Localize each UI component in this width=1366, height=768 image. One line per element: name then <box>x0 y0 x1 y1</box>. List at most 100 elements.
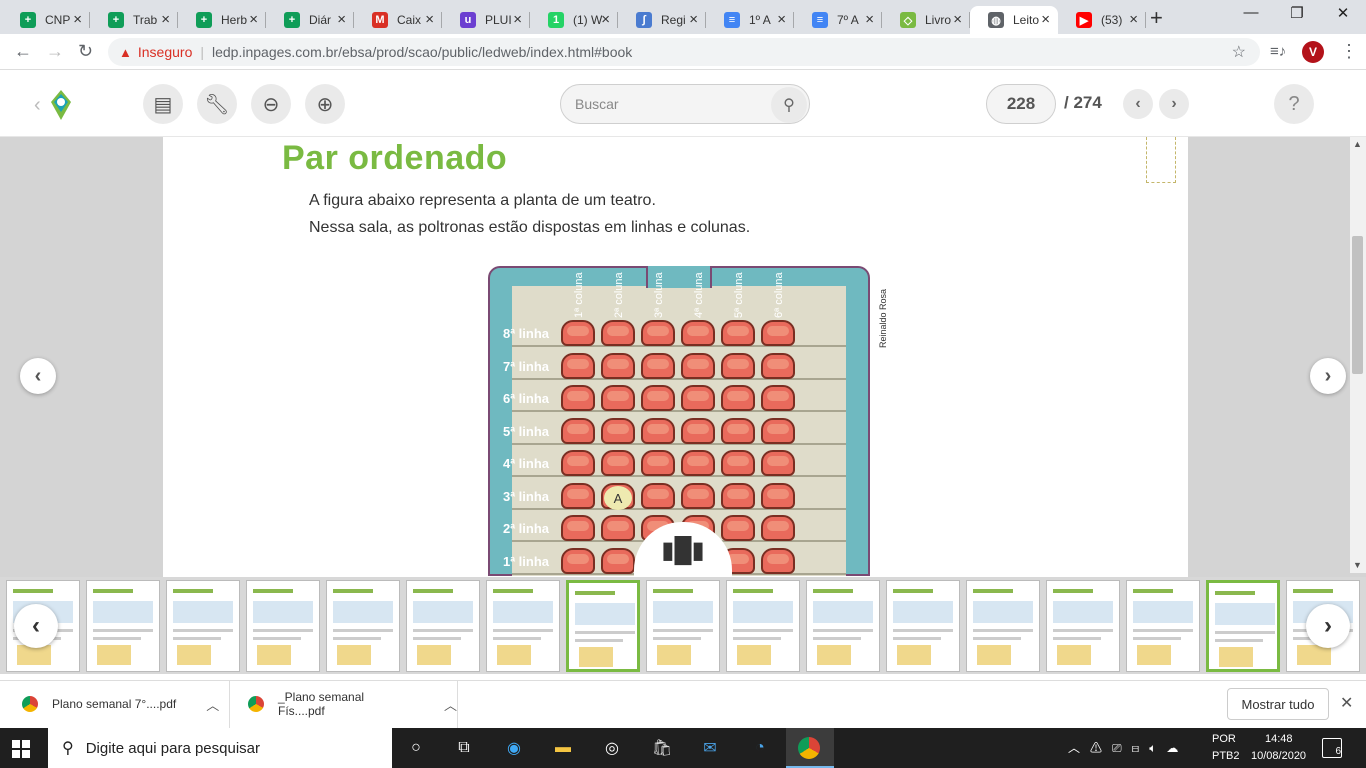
notification-center-icon[interactable]: 6 <box>1322 738 1342 758</box>
insecure-label[interactable]: Inseguro <box>138 44 192 60</box>
browser-tab[interactable]: + Diár × <box>266 6 354 34</box>
chevron-up-icon[interactable]: ︿ <box>444 695 457 714</box>
page-thumbnail[interactable] <box>326 580 400 672</box>
search-button[interactable]: ⚲ <box>771 87 807 123</box>
close-tab-icon[interactable]: × <box>425 12 434 28</box>
page-thumbnail[interactable] <box>566 580 640 672</box>
scroll-up-icon[interactable]: ▲ <box>1353 139 1362 149</box>
close-tab-icon[interactable]: × <box>689 12 698 28</box>
page-thumbnail[interactable] <box>886 580 960 672</box>
page-thumbnail[interactable] <box>646 580 720 672</box>
browser-tab[interactable]: ▶ (53) × <box>1058 6 1146 34</box>
thumbs-prev-button[interactable]: ‹ <box>14 604 58 648</box>
media-control-icon[interactable]: ≡♪ <box>1270 43 1286 60</box>
taskbar-search[interactable]: ⚲ Digite aqui para pesquisar <box>48 728 392 768</box>
safari-icon[interactable]: ◔ <box>748 737 772 759</box>
obs-icon[interactable]: ◎ <box>600 737 624 759</box>
download-item[interactable]: _Plano semanal Fís....pdf ︿ <box>230 680 458 728</box>
page-thumbnail[interactable] <box>1046 580 1120 672</box>
close-tab-icon[interactable]: × <box>1129 12 1138 28</box>
page-thumbnail[interactable] <box>1206 580 1280 672</box>
system-tray-icons[interactable]: ︿⚠⎚⊟🔈︎☁ <box>1068 739 1188 756</box>
search-icon: ⚲ <box>62 740 74 757</box>
clock-date[interactable]: 10/08/2020 <box>1251 750 1306 762</box>
page-thumbnail[interactable] <box>166 580 240 672</box>
zoom-in-button[interactable]: ⊕ <box>305 84 345 124</box>
browser-tab[interactable]: ◇ Livro × <box>882 6 970 34</box>
thumbs-next-button[interactable]: › <box>1306 604 1350 648</box>
tools-button[interactable]: 🔧︎ <box>197 84 237 124</box>
next-page-side-button[interactable]: › <box>1310 358 1346 394</box>
page-thumbnail[interactable] <box>406 580 480 672</box>
scrollbar-thumb[interactable] <box>1352 236 1363 374</box>
minimize-button[interactable]: — <box>1228 4 1274 21</box>
close-tab-icon[interactable]: × <box>337 12 346 28</box>
close-tab-icon[interactable]: × <box>73 12 82 28</box>
page-number-input[interactable]: 228 <box>986 84 1056 124</box>
task-view-icon[interactable]: ⧉ <box>452 737 476 759</box>
close-tab-icon[interactable]: × <box>249 12 258 28</box>
mail-icon[interactable]: ✉ <box>698 737 722 759</box>
scroll-down-icon[interactable]: ▼ <box>1353 560 1362 570</box>
show-all-button[interactable]: Mostrar tudo <box>1227 688 1329 720</box>
browser-tab[interactable]: 1 (1) W × <box>530 6 618 34</box>
new-tab-button[interactable]: + <box>1150 5 1163 31</box>
browser-tab[interactable]: M Caix × <box>354 6 442 34</box>
close-tab-icon[interactable]: × <box>953 12 962 28</box>
theater-seat <box>561 482 595 509</box>
menu-icon[interactable]: ⋮ <box>1340 41 1358 62</box>
next-page-button[interactable]: › <box>1159 89 1189 119</box>
browser-tab[interactable]: ≡ 1º A × <box>706 6 794 34</box>
browser-tab[interactable]: ◍ Leito × <box>970 6 1058 34</box>
input-language[interactable]: POR <box>1212 733 1236 745</box>
windows-start-icon[interactable] <box>12 740 30 758</box>
page-thumbnail[interactable] <box>726 580 800 672</box>
page-thumbnail[interactable] <box>486 580 560 672</box>
page-thumbnail[interactable] <box>246 580 320 672</box>
address-bar[interactable]: ▲ Inseguro | ledp.inpages.com.br/ebsa/pr… <box>108 38 1260 66</box>
page-thumbnail[interactable] <box>86 580 160 672</box>
profile-avatar[interactable]: V <box>1302 41 1324 63</box>
download-item[interactable]: Plano semanal 7°....pdf ︿ <box>0 680 230 728</box>
url-text[interactable]: ledp.inpages.com.br/ebsa/prod/scao/publi… <box>212 44 632 60</box>
page-thumbnail[interactable] <box>1126 580 1200 672</box>
browser-tab[interactable]: ∫ Regi × <box>618 6 706 34</box>
browser-tab[interactable]: + CNP × <box>2 6 90 34</box>
close-tab-icon[interactable]: × <box>161 12 170 28</box>
zoom-out-button[interactable]: ⊖ <box>251 84 291 124</box>
file-explorer-icon[interactable]: ▬ <box>551 737 575 759</box>
close-tab-icon[interactable]: × <box>865 12 874 28</box>
close-tab-icon[interactable]: × <box>513 12 522 28</box>
library-button[interactable]: ▤ <box>143 84 183 124</box>
close-tab-icon[interactable]: × <box>601 12 610 28</box>
prev-page-button[interactable]: ‹ <box>1123 89 1153 119</box>
chevron-up-icon[interactable]: ︿ <box>206 695 219 714</box>
close-tab-icon[interactable]: × <box>777 12 786 28</box>
close-icon[interactable]: ✕ <box>1340 693 1353 713</box>
reload-icon[interactable]: ↻ <box>78 41 93 62</box>
browser-tab[interactable]: u PLUI × <box>442 6 530 34</box>
browser-tab[interactable]: ≡ 7º A × <box>794 6 882 34</box>
theater-seat <box>721 385 755 411</box>
page-thumbnail[interactable] <box>966 580 1040 672</box>
page-bookmark[interactable] <box>1146 137 1176 183</box>
store-icon[interactable]: 🛍︎ <box>650 737 674 759</box>
collapse-chevron-icon[interactable]: ‹ <box>34 94 41 117</box>
back-icon[interactable]: ← <box>14 41 32 62</box>
theater-seat <box>721 482 755 509</box>
keyboard-layout[interactable]: PTB2 <box>1212 750 1240 762</box>
prev-page-side-button[interactable]: ‹ <box>20 358 56 394</box>
cortana-icon[interactable]: ○ <box>404 737 428 759</box>
maximize-button[interactable]: ❐ <box>1274 4 1320 22</box>
clock-time[interactable]: 14:48 <box>1265 733 1293 745</box>
search-input[interactable] <box>575 96 755 112</box>
browser-tab[interactable]: + Herb × <box>178 6 266 34</box>
close-tab-icon[interactable]: × <box>1041 12 1050 28</box>
help-button[interactable]: ? <box>1274 84 1314 124</box>
forward-icon[interactable]: → <box>46 41 64 62</box>
bookmark-star-icon[interactable]: ☆ <box>1232 42 1246 62</box>
browser-tab[interactable]: + Trab × <box>90 6 178 34</box>
page-thumbnail[interactable] <box>806 580 880 672</box>
edge-icon[interactable]: ◉ <box>502 737 526 759</box>
close-window-button[interactable]: ✕ <box>1320 4 1366 22</box>
